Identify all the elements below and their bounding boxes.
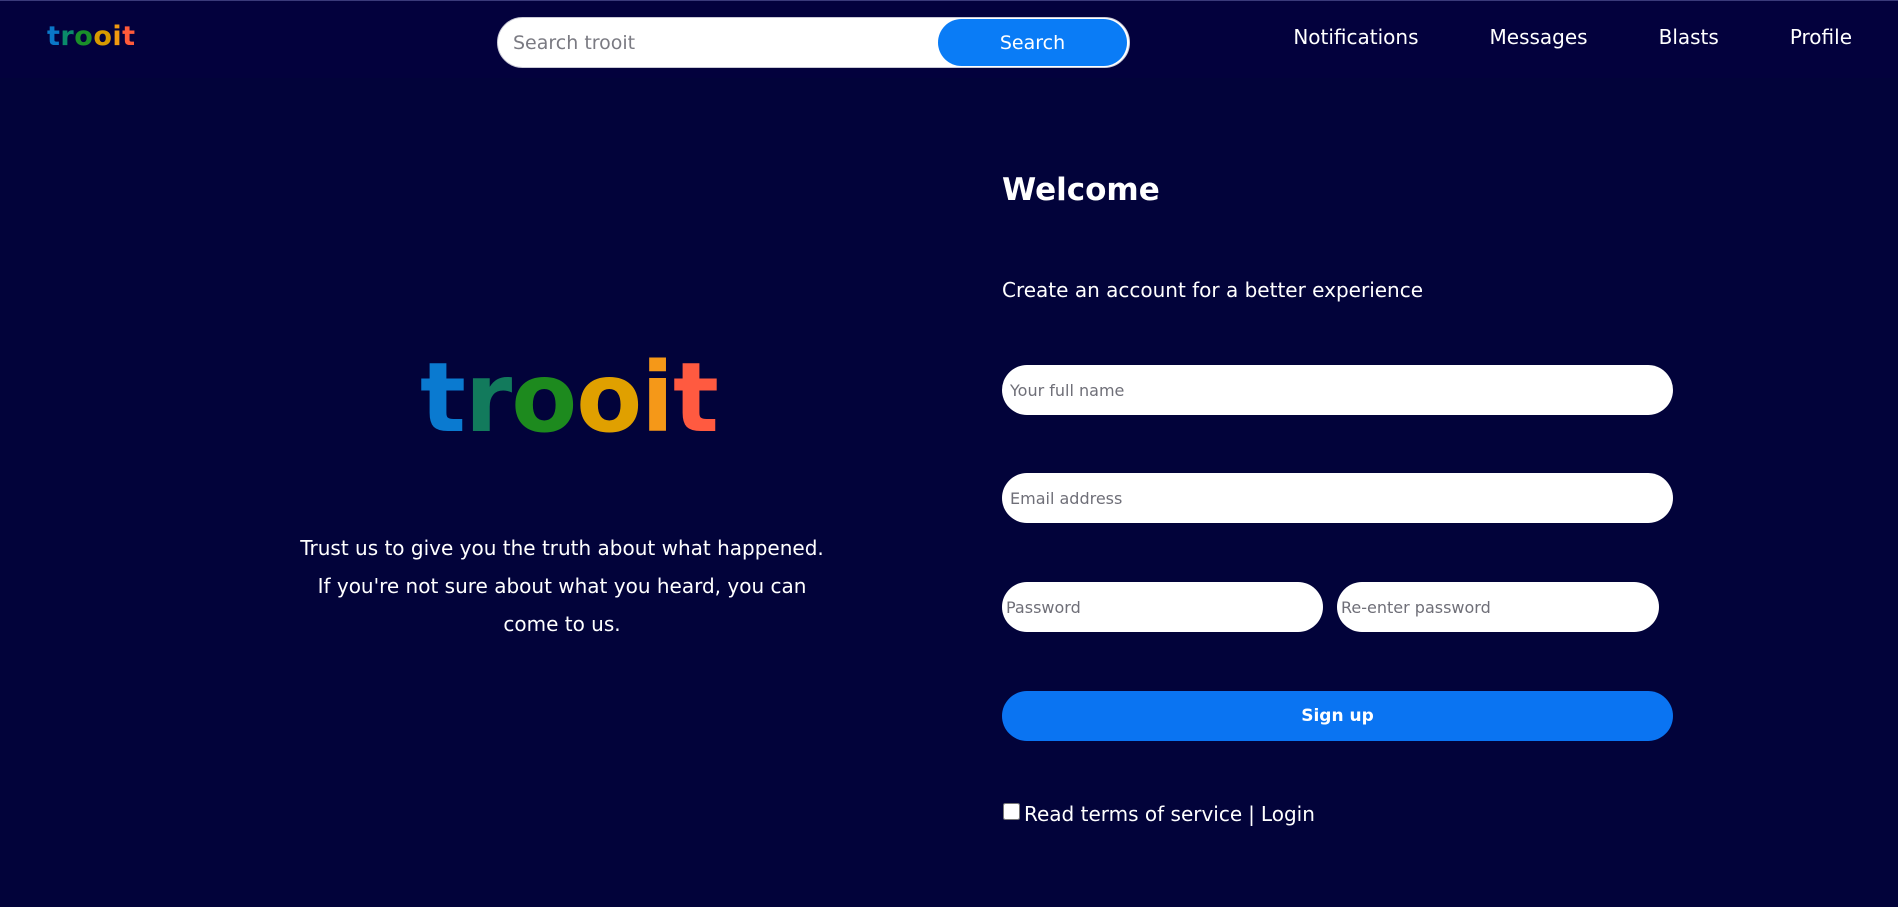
password-field[interactable] (1002, 582, 1323, 632)
login-link[interactable]: Login (1261, 802, 1315, 826)
nav-profile[interactable]: Profile (1790, 25, 1852, 49)
hero-logo: trooit (420, 342, 719, 454)
tagline-line: Trust us to give you the truth about wha… (300, 536, 824, 560)
separator: | (1248, 802, 1255, 826)
form-title: Welcome (1002, 172, 1160, 208)
nav-notifications[interactable]: Notifications (1293, 25, 1418, 49)
top-navbar: trooit Search Notifications Messages Bla… (0, 0, 1898, 78)
hero-logo-letter: o (576, 342, 642, 454)
main-nav: Notifications Messages Blasts Profile (1293, 25, 1852, 49)
brand-letter: o (93, 21, 113, 52)
nav-blasts[interactable]: Blasts (1659, 25, 1719, 49)
brand-letter: o (74, 21, 94, 52)
hero-logo-letter: i (641, 342, 674, 454)
form-subtitle: Create an account for a better experienc… (1002, 278, 1424, 302)
search-button[interactable]: Search (938, 19, 1127, 66)
tagline-line: If you're not sure about what you heard,… (317, 574, 807, 598)
hero-logo-letter: o (511, 342, 577, 454)
brand-letter: i (112, 21, 123, 52)
nav-messages[interactable]: Messages (1490, 25, 1588, 49)
tagline-line: come to us. (503, 612, 621, 636)
brand-logo-small[interactable]: trooit (47, 21, 136, 52)
brand-letter: t (122, 21, 136, 52)
signup-button[interactable]: Sign up (1002, 691, 1673, 741)
search-input[interactable] (498, 18, 938, 67)
brand-letter: t (47, 21, 61, 52)
email-field[interactable] (1002, 473, 1673, 523)
hero-logo-letter: t (420, 342, 466, 454)
hero-tagline: Trust us to give you the truth about wha… (262, 529, 862, 643)
hero-logo-letter: r (464, 342, 512, 454)
terms-row: Read terms of service | Login (1002, 802, 1315, 826)
hero-logo-wordmark: trooit (420, 342, 719, 454)
reenter-password-field[interactable] (1337, 582, 1659, 632)
search-bar: Search (497, 17, 1130, 68)
terms-checkbox[interactable] (1003, 802, 1020, 820)
hero-logo-letter: t (673, 342, 719, 454)
terms-of-service-link[interactable]: Read terms of service (1024, 802, 1242, 826)
full-name-field[interactable] (1002, 365, 1673, 415)
brand-letter: r (60, 21, 75, 52)
